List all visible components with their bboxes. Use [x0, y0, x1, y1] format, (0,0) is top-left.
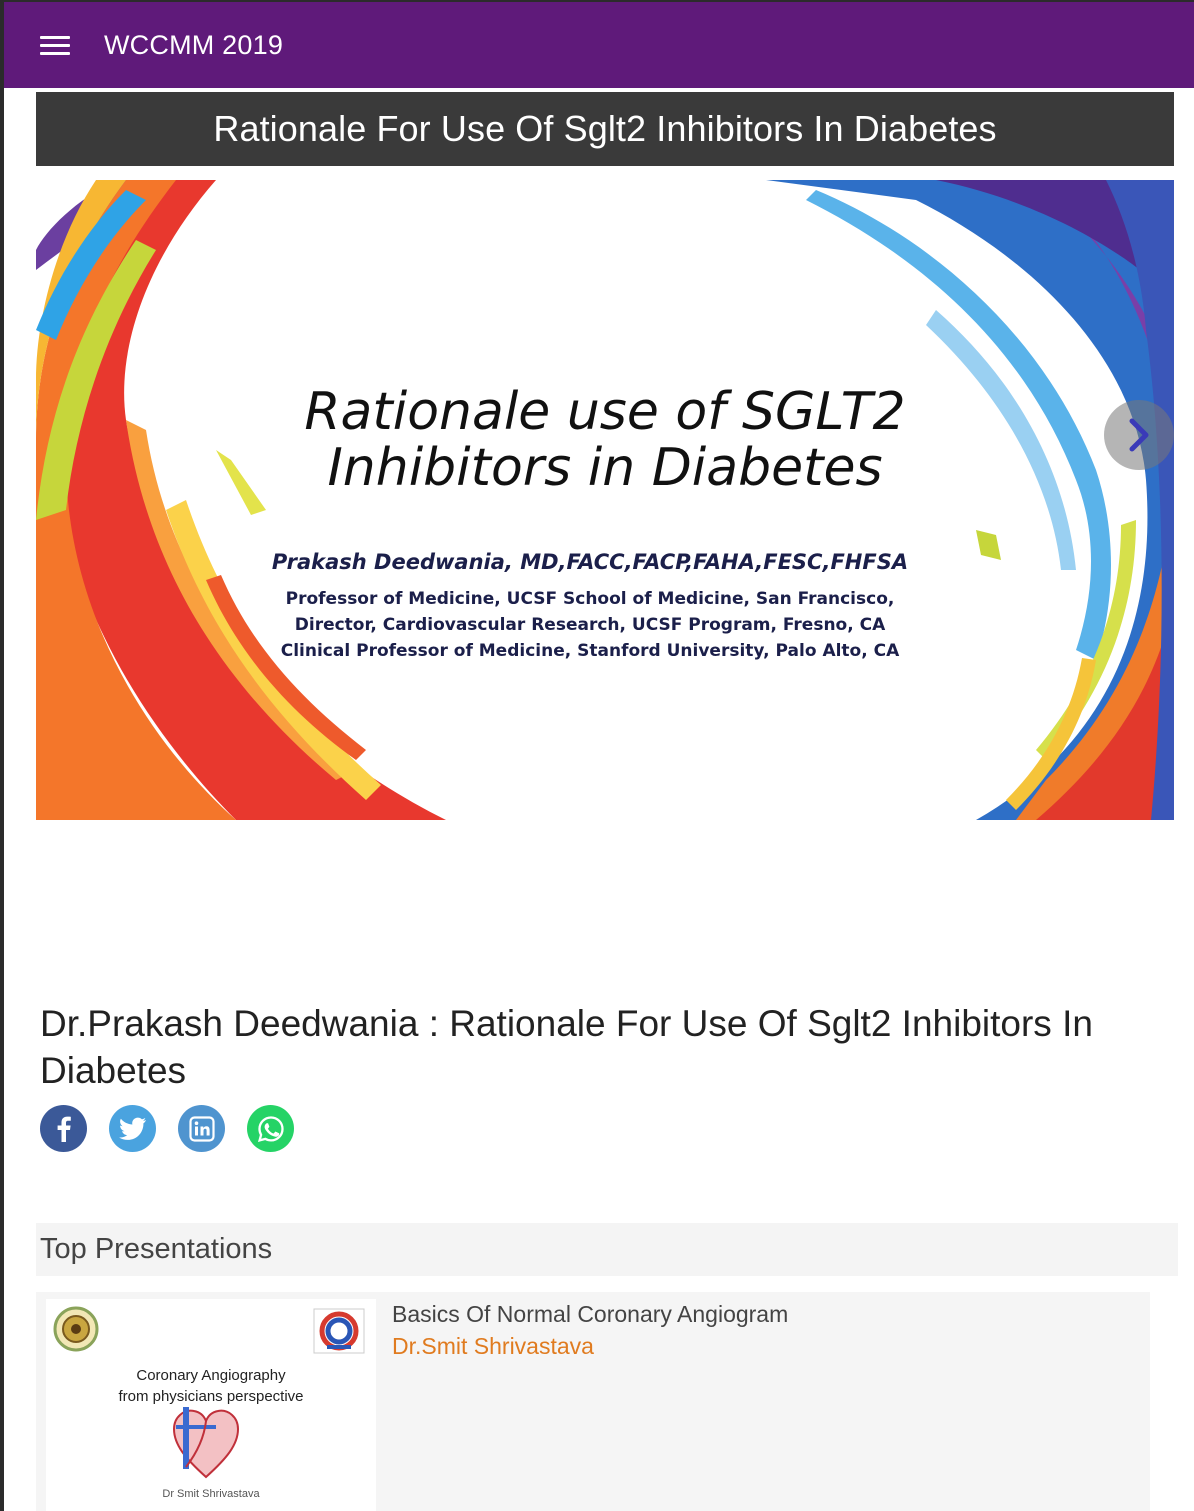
twitter-share-button[interactable] — [109, 1105, 156, 1152]
affiliation-line-2: Director, Cardiovascular Research, UCSF … — [294, 615, 886, 635]
presentation-card-author-link[interactable]: Dr.Smit Shrivastava — [392, 1333, 594, 1360]
chevron-right-icon — [1129, 418, 1149, 452]
slide-author: Prakash Deedwania, MD,FACC,FACP,FAHA,FES… — [271, 550, 909, 574]
slide-affiliations: Professor of Medicine, UCSF School of Me… — [36, 586, 1144, 664]
browser-frame: WCCMM 2019 Rationale For Use Of Sglt2 In… — [0, 0, 1194, 1511]
slide-title-line-1: Rationale use of SGLT2 — [304, 382, 906, 442]
affiliation-line-3: Clinical Professor of Medicine, Stanford… — [280, 641, 900, 661]
thumbnail-caption-line-2: from physicians perspective — [118, 1388, 304, 1405]
slide-viewer: Rationale use of SGLT2 Inhibitors in Dia… — [36, 180, 1174, 820]
whatsapp-share-button[interactable] — [247, 1105, 294, 1152]
presentation-heading-bar: Rationale For Use Of Sglt2 Inhibitors In… — [36, 92, 1174, 166]
slide-title: Rationale use of SGLT2 Inhibitors in Dia… — [36, 384, 1174, 496]
presentation-heading: Rationale For Use Of Sglt2 Inhibitors In… — [213, 108, 997, 149]
presentation-thumbnail[interactable]: Coronary Angiography from physicians per… — [46, 1299, 376, 1511]
top-presentations-heading: Top Presentations — [40, 1233, 273, 1265]
slide-background-graphic — [36, 180, 1174, 820]
presentation-card[interactable]: Coronary Angiography from physicians per… — [36, 1292, 1150, 1511]
facebook-icon — [57, 1116, 71, 1142]
slide-title-line-2: Inhibitors in Diabetes — [327, 438, 883, 498]
whatsapp-icon — [257, 1115, 284, 1142]
affiliation-line-1: Professor of Medicine, UCSF School of Me… — [285, 589, 895, 609]
thumbnail-caption-line-1: Coronary Angiography — [136, 1367, 286, 1384]
linkedin-share-button[interactable] — [178, 1105, 225, 1152]
share-buttons — [40, 1105, 294, 1152]
thumbnail-caption: Coronary Angiography from physicians per… — [46, 1365, 376, 1407]
hamburger-menu-icon[interactable] — [40, 23, 84, 67]
facebook-share-button[interactable] — [40, 1105, 87, 1152]
app-bar: WCCMM 2019 — [4, 2, 1194, 88]
top-presentations-header: Top Presentations — [36, 1223, 1178, 1276]
presentation-card-title[interactable]: Basics Of Normal Coronary Angiogram — [392, 1301, 788, 1328]
presentation-full-title: Dr.Prakash Deedwania : Rationale For Use… — [40, 1003, 1093, 1091]
twitter-icon — [118, 1117, 146, 1140]
linkedin-icon — [188, 1115, 215, 1142]
next-slide-button[interactable] — [1104, 400, 1174, 470]
app-title: WCCMM 2019 — [104, 29, 284, 60]
thumbnail-author: Dr Smit Shrivastava — [162, 1488, 260, 1500]
